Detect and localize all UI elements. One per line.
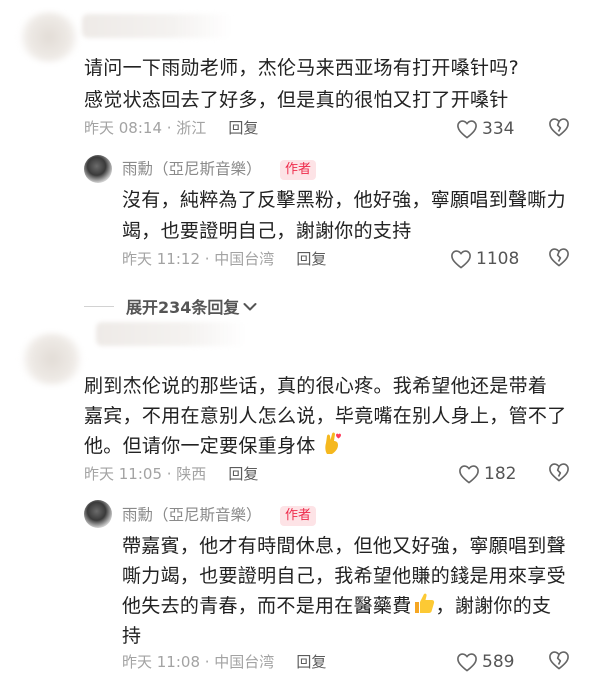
author-name[interactable]: 雨勳（亞尼斯音樂） — [122, 503, 262, 527]
reply-time-location: 昨天 11:08 · 中国台湾 — [122, 653, 275, 671]
comment-time-location: 昨天 11:05 · 陕西 — [84, 465, 207, 483]
like-button[interactable]: 1108 — [450, 247, 519, 271]
heart-outline-icon — [458, 464, 480, 484]
reply-text-segment: 他失去的青春，而不是用在醫藥費 — [122, 595, 412, 617]
reply-meta: 昨天 11:08 · 中国台湾 回复 — [122, 651, 326, 673]
comment-text-line: 他。但请你一定要保重身体 — [84, 430, 342, 465]
comment-text-segment: 他。但请你一定要保重身体 — [84, 435, 316, 457]
dislike-button[interactable] — [548, 117, 570, 141]
broken-heart-icon — [548, 650, 570, 670]
heart-outline-icon — [456, 119, 478, 139]
dislike-button[interactable] — [548, 462, 570, 486]
reply-button[interactable]: 回复 — [296, 651, 326, 673]
thumbs-up-emoji — [412, 591, 436, 625]
comment-time-location: 昨天 08:14 · 浙江 — [84, 119, 207, 137]
reply-button[interactable]: 回复 — [296, 248, 326, 270]
expand-replies-label: 展开234条回复 — [126, 298, 240, 317]
comment-text-line: 请问一下雨勋老师，杰伦马来西亚场有打开嗓针吗? — [84, 57, 519, 79]
like-count: 182 — [484, 464, 517, 484]
reply-button[interactable]: 回复 — [228, 463, 258, 485]
author-name[interactable]: 雨勳（亞尼斯音樂） — [122, 157, 262, 181]
comment-meta: 昨天 11:05 · 陕西 回复 — [84, 463, 258, 485]
broken-heart-icon — [548, 462, 570, 482]
comment-text-line: 刷到杰伦说的那些话，真的很心疼。我希望他还是带着 — [84, 375, 548, 397]
divider-line — [84, 305, 114, 307]
crossed-fingers-heart-emoji — [322, 431, 342, 465]
user-avatar-blurred[interactable] — [20, 333, 84, 385]
like-count: 589 — [482, 652, 515, 672]
broken-heart-icon — [548, 117, 570, 137]
reply-text-line: 帶嘉賓，他才有時間休息，但他又好強，寧願唱到聲 — [122, 535, 566, 557]
chevron-down-icon — [243, 297, 257, 316]
heart-outline-icon — [450, 249, 472, 269]
reply-text-line: 他失去的青春，而不是用在醫藥費 ，謝謝你的支 — [122, 590, 551, 625]
author-badge: 作者 — [280, 506, 317, 526]
dislike-button[interactable] — [548, 650, 570, 674]
reply-text-line: 竭，也要證明自己，謝謝你的支持 — [122, 220, 412, 242]
like-count: 334 — [482, 119, 515, 139]
like-button[interactable]: 182 — [458, 462, 516, 486]
reply-text-line: 沒有，純粹為了反擊黑粉，他好強，寧願唱到聲嘶力 — [122, 189, 566, 211]
like-count: 1108 — [476, 249, 520, 269]
comment-meta: 昨天 08:14 · 浙江 回复 — [84, 117, 258, 139]
reply-time-location: 昨天 11:12 · 中国台湾 — [122, 250, 275, 268]
like-button[interactable]: 589 — [456, 650, 514, 674]
reply-text-segment: ，謝謝你的支 — [435, 595, 552, 617]
reply-meta: 昨天 11:12 · 中国台湾 回复 — [122, 248, 326, 270]
reply-button[interactable]: 回复 — [228, 117, 258, 139]
comment-text-line: 嘉宾，不用在意别人怎么说，毕竟嘴在别人身上，管不了 — [84, 405, 567, 427]
comment-text-line: 感觉状态回去了好多，但是真的很怕又打了开嗓针 — [84, 89, 509, 111]
dislike-button[interactable] — [548, 247, 570, 271]
like-button[interactable]: 334 — [456, 117, 514, 141]
author-avatar[interactable] — [84, 155, 112, 183]
user-name-blurred[interactable] — [82, 14, 232, 38]
expand-replies-button[interactable]: 展开234条回复 — [84, 294, 257, 318]
author-badge: 作者 — [280, 160, 317, 180]
user-name-blurred[interactable] — [96, 322, 246, 346]
user-avatar-blurred[interactable] — [18, 12, 80, 62]
broken-heart-icon — [548, 247, 570, 267]
author-avatar[interactable] — [84, 500, 112, 528]
reply-text-line: 嘶力竭，也要證明自己，我希望他賺的錢是用來享受 — [122, 565, 566, 587]
heart-outline-icon — [456, 652, 478, 672]
reply-text-line: 持 — [122, 625, 142, 647]
